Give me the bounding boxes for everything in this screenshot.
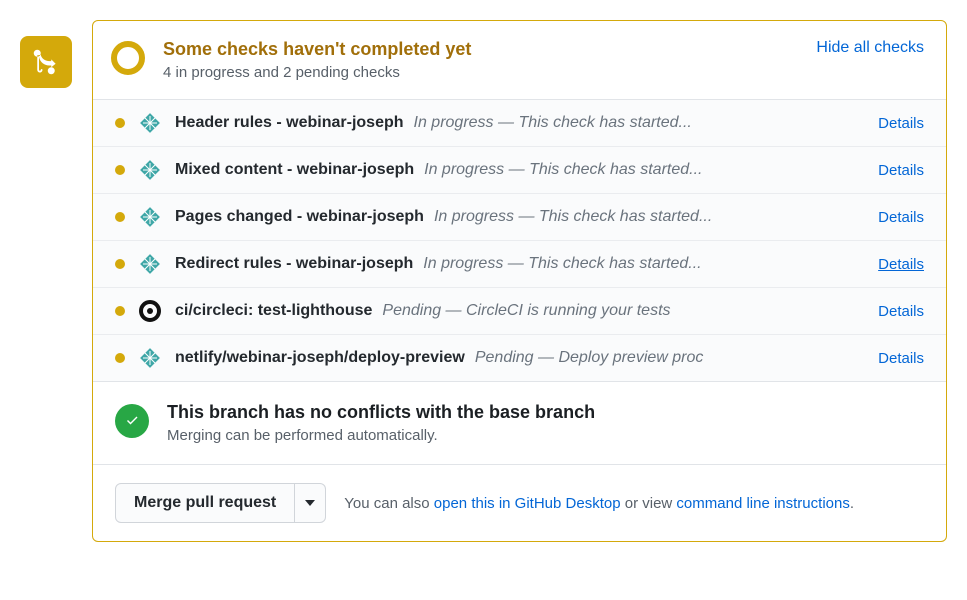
check-text: Mixed content - webinar-joseph In progres… <box>175 161 864 179</box>
check-service-icon <box>139 300 161 322</box>
merge-section: Merge pull request You can also open thi… <box>93 465 946 541</box>
check-text: Header rules - webinar-joseph In progress… <box>175 114 864 132</box>
merge-help-text: You can also open this in GitHub Desktop… <box>344 495 854 512</box>
checks-list: Header rules - webinar-joseph In progress… <box>93 100 946 382</box>
pending-dot-icon <box>115 353 125 363</box>
check-name: Pages changed - webinar-joseph <box>175 208 424 225</box>
check-details-link[interactable]: Details <box>878 209 924 226</box>
check-details-link[interactable]: Details <box>878 115 924 132</box>
check-text: netlify/webinar-joseph/deploy-preview Pen… <box>175 349 864 367</box>
status-title: Some checks haven't completed yet <box>163 39 471 60</box>
check-row: ci/circleci: test-lighthouse Pending — Ci… <box>93 288 946 335</box>
conflicts-section: This branch has no conflicts with the ba… <box>93 382 946 465</box>
pending-dot-icon <box>115 259 125 269</box>
netlify-icon <box>139 159 161 181</box>
conflicts-subtitle: Merging can be performed automatically. <box>167 427 595 444</box>
netlify-icon <box>139 347 161 369</box>
pending-dot-icon <box>115 306 125 316</box>
merge-badge <box>20 36 72 88</box>
check-text: Redirect rules - webinar-joseph In progre… <box>175 255 864 273</box>
check-row: Header rules - webinar-joseph In progress… <box>93 100 946 147</box>
check-text: Pages changed - webinar-joseph In progres… <box>175 208 864 226</box>
circleci-icon <box>139 300 161 322</box>
status-header: Some checks haven't completed yet 4 in p… <box>93 21 946 100</box>
merge-pr-button[interactable]: Merge pull request <box>115 483 295 523</box>
netlify-icon <box>139 112 161 134</box>
merge-options-dropdown[interactable] <box>295 483 326 523</box>
help-prefix: You can also <box>344 495 434 512</box>
check-icon <box>124 413 140 429</box>
pending-dot-icon <box>115 118 125 128</box>
check-name: Header rules - webinar-joseph <box>175 114 404 131</box>
check-service-icon <box>139 112 161 134</box>
help-mid: or view <box>621 495 677 512</box>
pending-dot-icon <box>115 165 125 175</box>
pending-dot-icon <box>115 212 125 222</box>
status-subtitle: 4 in progress and 2 pending checks <box>163 64 471 81</box>
check-status: Pending — CircleCI is running your tests <box>382 302 670 319</box>
check-status: In progress — This check has started... <box>434 208 712 225</box>
check-details-link[interactable]: Details <box>878 350 924 367</box>
check-text: ci/circleci: test-lighthouse Pending — Ci… <box>175 302 864 320</box>
check-status: In progress — This check has started... <box>423 255 701 272</box>
check-name: Mixed content - webinar-joseph <box>175 161 414 178</box>
open-desktop-link[interactable]: open this in GitHub Desktop <box>434 495 621 512</box>
conflicts-title: This branch has no conflicts with the ba… <box>167 402 595 423</box>
check-status: In progress — This check has started... <box>424 161 702 178</box>
success-icon <box>115 404 149 438</box>
check-status: Pending — Deploy preview proc <box>475 349 704 366</box>
cli-instructions-link[interactable]: command line instructions <box>676 495 849 512</box>
netlify-icon <box>139 253 161 275</box>
check-row: netlify/webinar-joseph/deploy-preview Pen… <box>93 335 946 381</box>
hide-all-checks-link[interactable]: Hide all checks <box>816 39 924 57</box>
check-service-icon <box>139 347 161 369</box>
caret-down-icon <box>305 500 315 506</box>
help-suffix: . <box>850 495 854 512</box>
check-service-icon <box>139 206 161 228</box>
check-row: Redirect rules - webinar-joseph In progre… <box>93 241 946 288</box>
check-service-icon <box>139 253 161 275</box>
check-details-link[interactable]: Details <box>878 162 924 179</box>
check-status: In progress — This check has started... <box>414 114 692 131</box>
merge-button-group: Merge pull request <box>115 483 326 523</box>
check-name: Redirect rules - webinar-joseph <box>175 255 413 272</box>
check-name: netlify/webinar-joseph/deploy-preview <box>175 349 465 366</box>
git-merge-icon <box>32 48 60 76</box>
check-row: Pages changed - webinar-joseph In progres… <box>93 194 946 241</box>
check-details-link[interactable]: Details <box>878 303 924 320</box>
netlify-icon <box>139 206 161 228</box>
check-details-link[interactable]: Details <box>878 256 924 273</box>
check-service-icon <box>139 159 161 181</box>
merge-panel: Some checks haven't completed yet 4 in p… <box>92 20 947 542</box>
check-name: ci/circleci: test-lighthouse <box>175 302 372 319</box>
timeline-container: Some checks haven't completed yet 4 in p… <box>20 20 947 542</box>
check-row: Mixed content - webinar-joseph In progres… <box>93 147 946 194</box>
pending-ring-icon <box>111 41 145 75</box>
